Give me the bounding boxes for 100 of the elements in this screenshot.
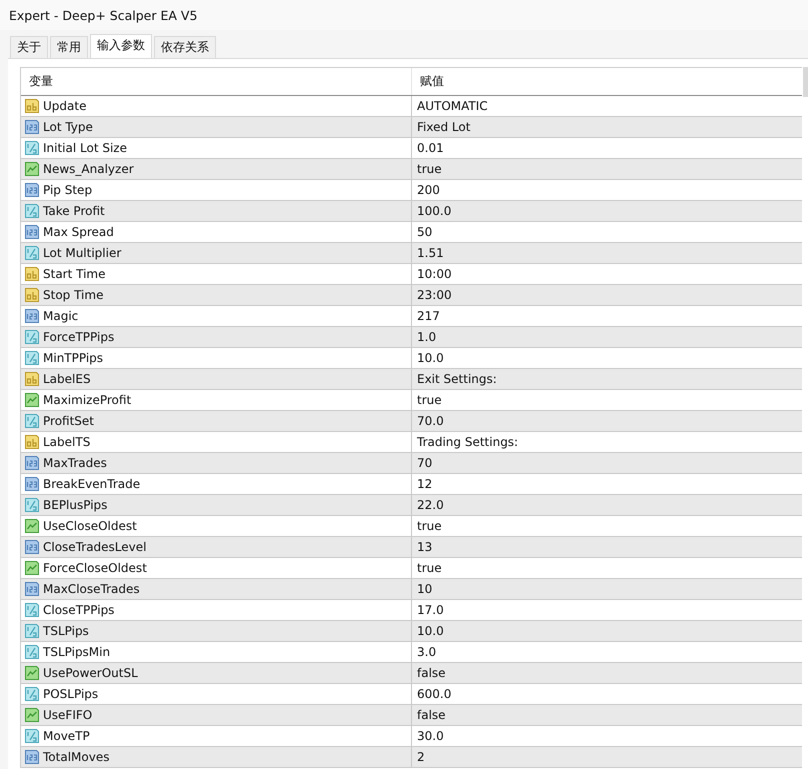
fraction-type-icon [24,602,40,618]
fraction-type-icon [24,245,40,261]
parameter-value[interactable]: true [417,519,442,533]
parameter-name: MaxCloseTrades [43,582,140,596]
parameter-value[interactable]: Trading Settings: [417,435,518,449]
parameter-name: ForceCloseOldest [43,561,147,575]
fraction-type-icon [24,140,40,156]
parameter-value[interactable]: 12 [417,477,432,491]
parameter-name: UsePowerOutSL [43,666,138,680]
string-type-icon [24,434,40,450]
tab[interactable]: 依存关系 [154,36,216,58]
parameter-name: TotalMoves [43,750,110,764]
parameter-name: Pip Step [43,183,92,197]
parameter-value[interactable]: 23:00 [417,288,452,302]
parameter-value[interactable]: 200 [417,183,440,197]
parameter-value[interactable]: 13 [417,540,432,554]
parameter-value[interactable]: 0.01 [417,141,444,155]
tab[interactable]: 常用 [50,36,88,58]
tab[interactable]: 关于 [10,36,48,58]
parameter-value[interactable]: 22.0 [417,498,444,512]
boolean-type-icon [24,161,40,177]
parameter-value[interactable]: true [417,561,442,575]
parameter-value[interactable]: Exit Settings: [417,372,497,386]
integer-type-icon [24,308,40,324]
integer-type-icon [24,455,40,471]
parameter-name: ProfitSet [43,414,94,428]
column-header[interactable]: 赋值 [412,68,802,95]
boolean-type-icon [24,665,40,681]
parameter-name: Update [43,99,86,113]
boolean-type-icon [24,392,40,408]
parameter-name: LabelES [43,372,91,386]
fraction-type-icon [24,623,40,639]
string-type-icon [24,371,40,387]
integer-type-icon [24,749,40,765]
fraction-type-icon [24,728,40,744]
integer-type-icon [24,224,40,240]
parameter-value[interactable]: 3.0 [417,645,436,659]
parameter-name: TSLPips [43,624,89,638]
window-title: Expert - Deep+ Scalper EA V5 [9,8,198,22]
fraction-type-icon [24,329,40,345]
column-header[interactable]: 变量 [21,68,412,95]
boolean-type-icon [24,560,40,576]
parameter-value[interactable]: AUTOMATIC [417,99,488,113]
parameter-value[interactable]: true [417,162,442,176]
parameter-name: UseFIFO [43,708,92,722]
integer-type-icon [24,182,40,198]
parameter-value[interactable]: 1.51 [417,246,444,260]
fraction-type-icon [24,644,40,660]
fraction-type-icon [24,350,40,366]
parameter-value[interactable]: 10.0 [417,351,444,365]
integer-type-icon [24,539,40,555]
parameter-value[interactable]: 70.0 [417,414,444,428]
parameter-value[interactable]: 1.0 [417,330,436,344]
integer-type-icon [24,119,40,135]
parameter-name: MaximizeProfit [43,393,132,407]
parameter-value[interactable]: Fixed Lot [417,120,470,134]
string-type-icon [24,98,40,114]
parameter-value[interactable]: 50 [417,225,432,239]
parameter-value[interactable]: 70 [417,456,432,470]
fraction-type-icon [24,497,40,513]
parameter-name: Lot Multiplier [43,246,122,260]
parameter-value[interactable]: 217 [417,309,440,323]
fraction-type-icon [24,203,40,219]
parameter-value[interactable]: false [417,708,446,722]
tab[interactable]: 输入参数 [90,34,152,58]
parameter-name: Stop Time [43,288,104,302]
fraction-type-icon [24,686,40,702]
parameter-name: Start Time [43,267,106,281]
parameter-name: MoveTP [43,729,90,743]
parameter-name: Magic [43,309,78,323]
parameter-name: BreakEvenTrade [43,477,140,491]
scrollbar[interactable] [803,67,808,97]
parameter-value[interactable]: 10:00 [417,267,452,281]
parameter-name: POSLPips [43,687,98,701]
parameter-name: TSLPipsMin [43,645,110,659]
boolean-type-icon [24,707,40,723]
parameter-name: BEPlusPips [43,498,108,512]
parameter-name: UseCloseOldest [43,519,137,533]
parameter-value[interactable]: 2 [417,750,425,764]
parameter-value[interactable]: 600.0 [417,687,452,701]
parameter-name: Take Profit [43,204,105,218]
parameter-name: ForceTPPips [43,330,114,344]
fraction-type-icon [24,413,40,429]
string-type-icon [24,287,40,303]
parameter-name: CloseTPPips [43,603,114,617]
string-type-icon [24,266,40,282]
integer-type-icon [24,476,40,492]
parameter-value[interactable]: 10 [417,582,432,596]
parameter-value[interactable]: 30.0 [417,729,444,743]
parameter-name: Lot Type [43,120,93,134]
parameter-name: News_Analyzer [43,162,134,176]
parameter-value[interactable]: false [417,666,446,680]
parameter-value[interactable]: true [417,393,442,407]
integer-type-icon [24,581,40,597]
parameter-value[interactable]: 17.0 [417,603,444,617]
boolean-type-icon [24,518,40,534]
parameter-value[interactable]: 100.0 [417,204,452,218]
parameter-name: MinTPPips [43,351,104,365]
parameter-value[interactable]: 10.0 [417,624,444,638]
parameter-name: CloseTradesLevel [43,540,146,554]
